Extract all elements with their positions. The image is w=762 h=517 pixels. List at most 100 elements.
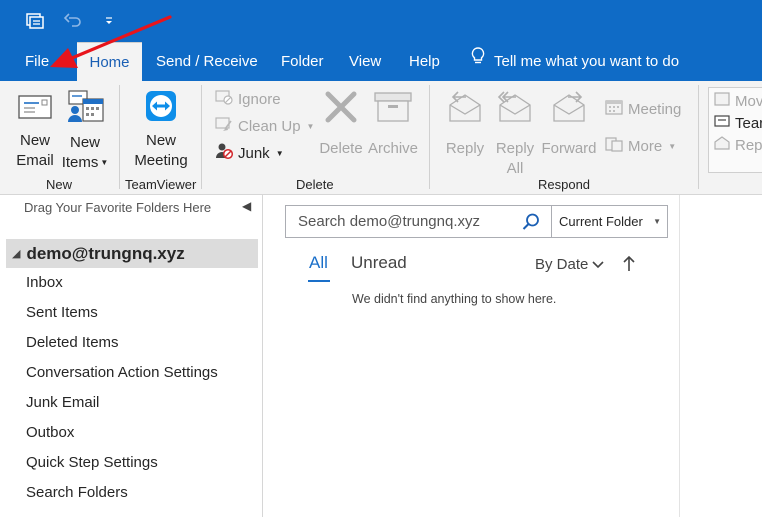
junk-button[interactable]: Junk ▼ xyxy=(214,142,284,164)
dropdown-caret-icon: ▼ xyxy=(668,141,677,151)
filter-unread-tab[interactable]: Unread xyxy=(351,253,407,273)
dropdown-caret-icon: ▼ xyxy=(275,148,284,158)
folder-outbox[interactable]: Outbox xyxy=(26,424,74,441)
group-label-respond: Respond xyxy=(538,177,591,192)
reply-label: Reply xyxy=(445,140,485,157)
filter-all-tab[interactable]: All xyxy=(309,253,328,273)
title-bar xyxy=(0,0,762,42)
sort-by-dropdown[interactable]: By Date xyxy=(535,256,604,273)
tab-file[interactable]: File xyxy=(25,42,49,81)
quick-step-reply-label: Rep xyxy=(735,136,762,154)
meeting-label: Meeting xyxy=(628,100,682,118)
archive-button[interactable]: Archive xyxy=(366,89,420,159)
chevron-down-icon xyxy=(592,256,604,273)
folder-junk-email[interactable]: Junk Email xyxy=(26,394,99,411)
favorites-drop-hint: Drag Your Favorite Folders Here xyxy=(24,200,212,215)
meeting-button[interactable]: Meeting xyxy=(604,98,681,120)
folder-pane: Drag Your Favorite Folders Here ◀ ◢ demo… xyxy=(0,195,263,517)
customize-qat-icon[interactable] xyxy=(96,8,122,34)
search-icon[interactable] xyxy=(521,212,541,236)
collapse-pane-icon[interactable]: ◀ xyxy=(242,199,251,213)
quick-step-team-email[interactable]: Tear xyxy=(713,112,762,134)
folder-conversation-action-settings[interactable]: Conversation Action Settings xyxy=(26,364,218,381)
forward-label: Forward xyxy=(541,140,597,157)
new-email-label-1: New xyxy=(19,132,50,149)
folder-search-folders[interactable]: Search Folders xyxy=(26,484,128,501)
ribbon: New Email New Items ▼ New New Meeting Te… xyxy=(0,81,762,195)
new-items-button[interactable]: New Items ▼ xyxy=(62,89,108,173)
team-email-icon xyxy=(713,113,731,133)
ignore-label: Ignore xyxy=(238,90,281,108)
dropdown-caret-icon: ▼ xyxy=(306,121,315,131)
reply-all-label-2: All xyxy=(506,160,524,177)
clean-up-icon xyxy=(214,115,234,137)
lightbulb-icon xyxy=(470,42,486,81)
folder-deleted-items[interactable]: Deleted Items xyxy=(26,334,119,351)
sort-by-label: By Date xyxy=(535,256,589,273)
reply-icon xyxy=(446,89,484,131)
tab-view[interactable]: View xyxy=(349,42,381,81)
delete-button[interactable]: Delete xyxy=(316,89,366,159)
search-scope-dropdown[interactable]: Current Folder ▼ xyxy=(552,205,668,238)
group-separator xyxy=(429,85,430,189)
folder-inbox[interactable]: Inbox xyxy=(26,274,63,291)
group-separator xyxy=(119,85,120,189)
new-email-button[interactable]: New Email xyxy=(14,91,56,171)
tab-help[interactable]: Help xyxy=(409,42,440,81)
quick-steps-gallery: Mov Tear Rep xyxy=(708,87,762,173)
more-respond-icon xyxy=(604,135,624,157)
empty-list-message: We didn't find anything to show here. xyxy=(352,292,557,306)
send-receive-all-icon[interactable] xyxy=(22,8,48,34)
undo-icon[interactable] xyxy=(60,8,86,34)
tab-folder[interactable]: Folder xyxy=(281,42,324,81)
ignore-icon xyxy=(214,88,234,110)
group-label-delete: Delete xyxy=(296,177,334,192)
search-input[interactable]: Search demo@trungnq.xyz xyxy=(285,205,552,238)
dropdown-caret-icon: ▼ xyxy=(100,158,109,167)
new-meeting-teamviewer-button[interactable]: New Meeting xyxy=(130,89,192,171)
delete-label: Delete xyxy=(319,140,363,157)
reply-all-icon xyxy=(496,89,534,131)
sort-direction-arrow-icon[interactable] xyxy=(620,254,638,279)
meeting-calendar-icon xyxy=(604,98,624,120)
group-label-teamviewer: TeamViewer xyxy=(125,177,197,192)
chevron-down-icon: ▼ xyxy=(653,217,661,226)
new-items-label-1: New xyxy=(69,134,100,151)
forward-icon xyxy=(550,89,588,131)
active-filter-underline xyxy=(308,280,330,282)
expand-collapse-icon[interactable]: ◢ xyxy=(12,247,20,260)
reply-delete-icon xyxy=(713,135,731,155)
reply-all-button[interactable]: Reply All xyxy=(492,89,538,179)
account-header[interactable]: ◢ demo@trungnq.xyz xyxy=(6,239,258,268)
tell-me-label: Tell me what you want to do xyxy=(494,53,680,70)
quick-step-move-to[interactable]: Mov xyxy=(713,90,762,112)
teamviewer-icon xyxy=(144,89,178,129)
reply-all-label-1: Reply xyxy=(495,140,535,157)
reading-pane-divider[interactable] xyxy=(679,195,680,517)
more-respond-button[interactable]: More ▼ xyxy=(604,135,676,157)
forward-button[interactable]: Forward xyxy=(540,89,598,159)
clean-up-button[interactable]: Clean Up ▼ xyxy=(214,115,314,137)
new-email-label-2: Email xyxy=(16,152,54,169)
new-items-label-2: Items xyxy=(61,154,99,171)
quick-step-move-label: Mov xyxy=(735,92,762,110)
folder-quick-step-settings[interactable]: Quick Step Settings xyxy=(26,454,158,471)
delete-x-icon xyxy=(323,89,359,131)
new-meeting-label-2: Meeting xyxy=(134,152,188,169)
folder-sent-items[interactable]: Sent Items xyxy=(26,304,98,321)
reply-button[interactable]: Reply xyxy=(442,89,488,159)
search-scope-value: Current Folder xyxy=(559,214,643,229)
tell-me-search[interactable]: Tell me what you want to do xyxy=(470,42,679,81)
archive-icon xyxy=(373,89,413,131)
ignore-button[interactable]: Ignore xyxy=(214,88,281,110)
ribbon-tab-bar: File Home Send / Receive Folder View Hel… xyxy=(0,42,762,81)
quick-step-team-label: Tear xyxy=(735,114,762,132)
quick-step-reply-delete[interactable]: Rep xyxy=(713,134,762,156)
group-separator xyxy=(201,85,202,189)
new-items-icon xyxy=(65,89,105,131)
group-label-new: New xyxy=(46,177,73,192)
tab-send-receive[interactable]: Send / Receive xyxy=(156,42,258,81)
new-meeting-label-1: New xyxy=(145,132,176,149)
tab-home[interactable]: Home xyxy=(77,42,142,81)
archive-label: Archive xyxy=(367,140,419,157)
